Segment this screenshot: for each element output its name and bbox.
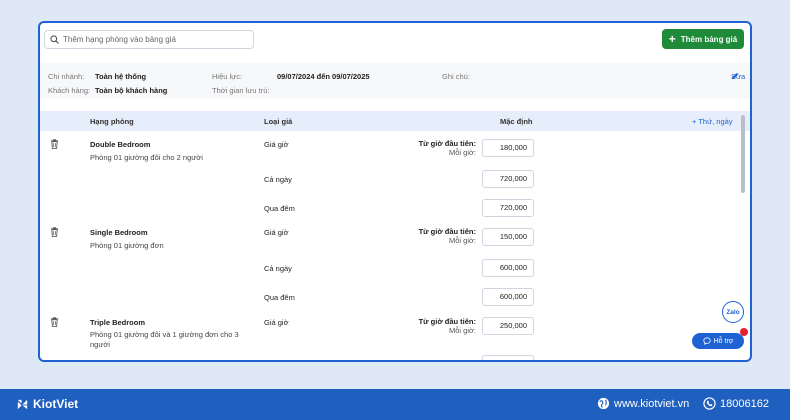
add-price-table-label: Thêm bảng giá: [680, 34, 738, 44]
kiotviet-logo-icon: [17, 399, 28, 409]
price-type: Giá giờ: [264, 228, 289, 237]
phone-text: 18006162: [720, 397, 769, 410]
support-button[interactable]: Hỗ trợ: [692, 333, 744, 349]
stay-label: Thời gian lưu trú:: [212, 86, 270, 95]
price-table-info: Chi nhánh: Toàn hệ thống Khách hàng: Toà…: [40, 63, 750, 99]
price-input[interactable]: 250,000: [482, 317, 534, 335]
validity-value: 09/07/2024 đến 09/07/2025: [277, 72, 370, 81]
hourly-rule: Từ giờ đầu tiên: Mỗi giờ:: [396, 139, 476, 157]
edit-button[interactable]: Sửa: [731, 72, 745, 81]
price-input[interactable]: 600,000: [482, 259, 534, 277]
chat-icon: [703, 337, 711, 345]
add-day-button[interactable]: + Thứ, ngày: [692, 117, 733, 126]
trash-icon[interactable]: [50, 139, 59, 149]
customer-value: Toàn bộ khách hàng: [95, 86, 168, 95]
validity-label: Hiệu lực:: [212, 72, 243, 81]
branch-value: Toàn hệ thống: [95, 72, 147, 81]
first-hour-label: Từ giờ đầu tiên:: [418, 139, 476, 148]
search-input[interactable]: Thêm hạng phòng vào bảng giá: [44, 30, 254, 49]
each-hour-label: Mỗi giờ:: [448, 236, 476, 245]
plus-icon: +: [668, 32, 676, 46]
room-desc: Phòng 01 giường đôi và 1 giường đơn cho …: [90, 330, 239, 349]
room-name: Single Bedroom: [90, 228, 148, 237]
first-hour-label: Từ giờ đầu tiên:: [418, 317, 476, 326]
price-input[interactable]: 600,000: [482, 288, 534, 306]
price-input[interactable]: 720,000: [482, 199, 534, 217]
search-icon: [50, 35, 59, 44]
footer-bar: KiotViet www.kiotviet.vn 18006162: [0, 389, 790, 420]
phone-icon: [703, 397, 716, 410]
trash-icon[interactable]: [50, 317, 59, 327]
support-label: Hỗ trợ: [713, 337, 734, 345]
phone-link[interactable]: 18006162: [703, 397, 769, 410]
header-price-type: Loại giá: [264, 117, 293, 126]
brand-name: KiotViet: [33, 397, 79, 411]
price-input[interactable]: 150,000: [482, 228, 534, 246]
room-name: Triple Bedroom: [90, 318, 146, 327]
vertical-scrollbar[interactable]: [741, 115, 745, 193]
website-text: www.kiotviet.vn: [614, 397, 690, 410]
each-hour-label: Mỗi giờ:: [448, 326, 476, 335]
each-hour-label: Mỗi giờ:: [448, 148, 476, 157]
room-name: Double Bedroom: [90, 140, 151, 149]
price-type: Giá giờ: [264, 140, 289, 149]
notification-dot: [740, 328, 748, 336]
table-header: Hạng phòng Loại giá Mặc định + Thứ, ngày: [40, 111, 750, 131]
kiotviet-logo: KiotViet: [16, 397, 78, 411]
add-price-table-button[interactable]: + Thêm bảng giá: [662, 29, 744, 49]
price-table-window: Thêm hạng phòng vào bảng giá + Thêm bảng…: [38, 21, 752, 362]
note-label: Ghi chú:: [442, 72, 470, 81]
room-desc: Phòng 01 giường đôi cho 2 người: [90, 153, 203, 162]
room-desc: Phòng 01 giường đơn: [90, 241, 164, 250]
zalo-button[interactable]: Zalo: [722, 301, 744, 323]
hourly-rule: Từ giờ đầu tiên: Mỗi giờ:: [396, 317, 476, 335]
globe-icon: [597, 397, 610, 410]
first-hour-label: Từ giờ đầu tiên:: [418, 227, 476, 236]
header-room-class: Hạng phòng: [90, 117, 134, 126]
price-type: Qua đêm: [264, 204, 295, 213]
price-input-partial[interactable]: [482, 355, 534, 360]
edit-label: Sửa: [731, 71, 746, 81]
price-type: Cả ngày: [264, 175, 292, 184]
branch-label: Chi nhánh:: [48, 72, 85, 81]
website-link[interactable]: www.kiotviet.vn: [597, 397, 689, 410]
search-placeholder: Thêm hạng phòng vào bảng giá: [63, 35, 176, 44]
price-type: Qua đêm: [264, 293, 295, 302]
price-input[interactable]: 720,000: [482, 170, 534, 188]
price-type: Cả ngày: [264, 264, 292, 273]
hourly-rule: Từ giờ đầu tiên: Mỗi giờ:: [396, 227, 476, 245]
trash-icon[interactable]: [50, 227, 59, 237]
price-input[interactable]: 180,000: [482, 139, 534, 157]
customer-label: Khách hàng:: [48, 86, 91, 95]
header-default: Mặc định: [500, 117, 533, 126]
price-type: Giá giờ: [264, 318, 289, 327]
